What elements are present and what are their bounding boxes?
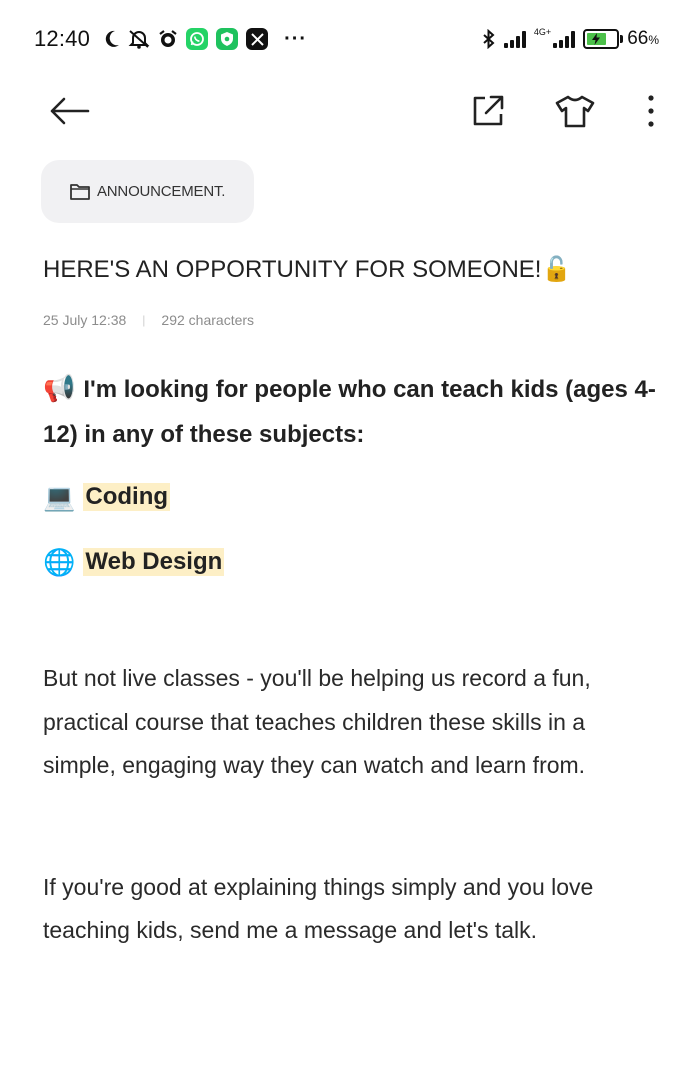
more-vertical-icon xyxy=(648,95,654,127)
unlock-emoji: 🔓 xyxy=(541,256,572,283)
whatsapp-icon xyxy=(186,28,209,50)
share-button[interactable] xyxy=(471,94,505,128)
folder-icon xyxy=(70,183,90,200)
note-character-count: 292 characters xyxy=(161,312,255,328)
battery-level-fill xyxy=(587,33,606,45)
back-arrow-icon xyxy=(50,97,90,125)
network-type-label: 4G+ xyxy=(533,26,552,37)
bluetooth-icon xyxy=(482,29,496,49)
more-options-button[interactable] xyxy=(645,94,657,128)
note-meta: 25 July 12:38 | 292 characters xyxy=(43,312,254,328)
back-button[interactable] xyxy=(48,96,90,126)
status-time: 12:40 xyxy=(34,26,91,51)
status-right: 4G+ 66% xyxy=(474,26,659,50)
subject-item-web-design: 🌐 Web Design xyxy=(43,542,663,582)
folder-name: ANNOUNCEMENT. xyxy=(97,183,226,200)
status-left: 12:40 ··· xyxy=(34,26,307,52)
battery-percent-value: 66 xyxy=(627,28,649,49)
mute-icon xyxy=(128,29,150,49)
x-app-icon xyxy=(246,28,269,50)
note-title[interactable]: HERE'S AN OPPORTUNITY FOR SOMEONE!🔓 xyxy=(43,255,571,284)
note-toolbar xyxy=(0,78,697,144)
more-notifications-indicator: ··· xyxy=(284,27,308,50)
subject-label: Coding xyxy=(83,483,171,511)
wifi-signal-icon xyxy=(503,30,526,48)
intro-paragraph: 📢 I'm looking for people who can teach ki… xyxy=(43,366,663,457)
folder-chip[interactable]: ANNOUNCEMENT. xyxy=(41,160,254,223)
battery-cap xyxy=(620,35,624,43)
note-body[interactable]: 📢 I'm looking for people who can teach ki… xyxy=(43,366,663,953)
status-bar: 12:40 ··· 4G+ 66% xyxy=(0,0,697,78)
alarm-icon xyxy=(158,29,178,49)
shield-app-icon xyxy=(216,28,239,50)
body-paragraph-2: If you're good at explaining things simp… xyxy=(43,873,594,944)
subject-label: Web Design xyxy=(83,548,225,576)
note-date: 25 July 12:38 xyxy=(43,312,127,328)
meta-separator: | xyxy=(142,313,146,327)
toolbar-actions xyxy=(471,94,657,128)
subject-item-coding: 💻 Coding xyxy=(43,477,663,517)
battery-percent-unit: % xyxy=(648,33,659,47)
megaphone-emoji: 📢 xyxy=(43,373,76,403)
note-detail-screen: 12:40 ··· 4G+ 66% ANNOUNCEMENT. HERE'S A… xyxy=(0,0,697,1080)
note-title-text: HERE'S AN OPPORTUNITY FOR SOMEONE! xyxy=(43,256,542,283)
theme-shirt-icon xyxy=(555,95,595,128)
battery-icon xyxy=(583,29,620,49)
body-paragraph-1: But not live classes - you'll be helping… xyxy=(43,665,591,778)
battery-percent: 66% xyxy=(627,28,659,50)
cellular-signal-icon xyxy=(553,30,576,48)
battery-indicator: 66% xyxy=(583,28,659,50)
intro-text: I'm looking for people who can teach kid… xyxy=(43,376,656,448)
theme-button[interactable] xyxy=(555,94,595,128)
laptop-emoji: 💻 xyxy=(43,481,76,512)
globe-emoji: 🌐 xyxy=(43,546,76,577)
share-export-icon xyxy=(473,95,504,126)
moon-icon xyxy=(104,30,120,48)
